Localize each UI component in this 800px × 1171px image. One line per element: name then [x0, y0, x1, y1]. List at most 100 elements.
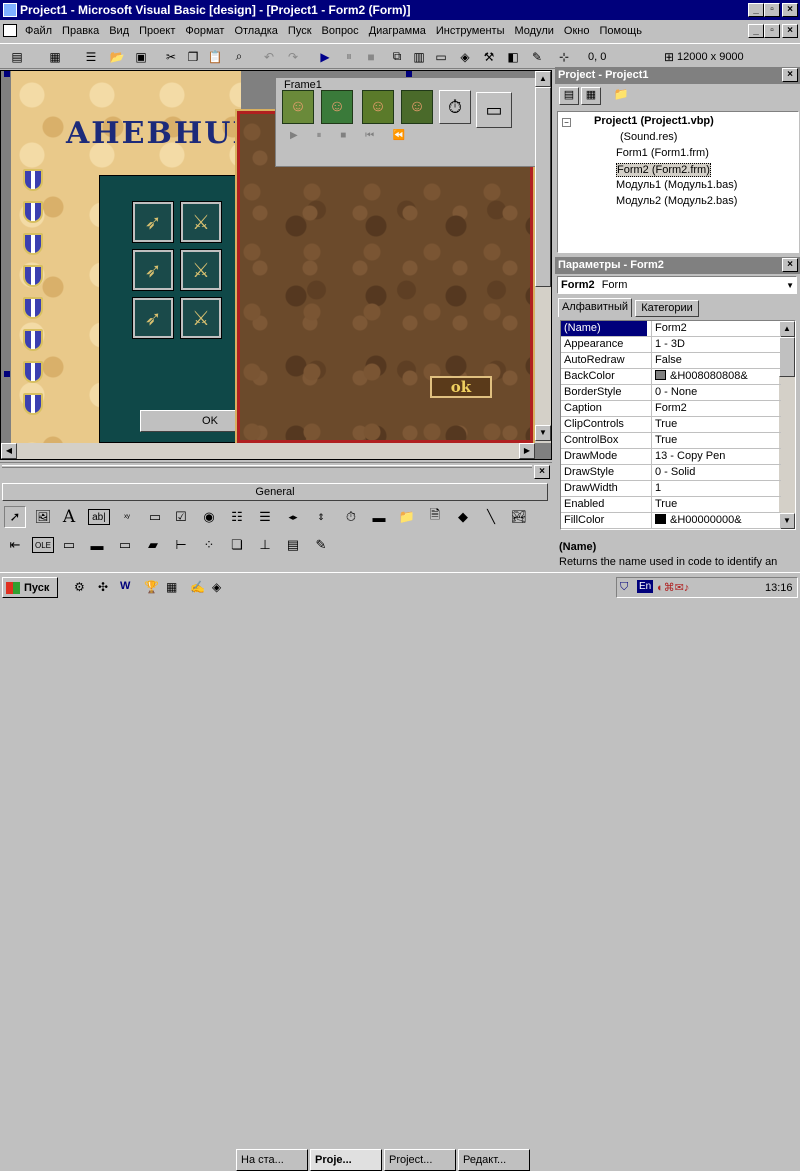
quicklaunch-icon[interactable]: ✍ [190, 580, 205, 594]
hscrollbar-icon[interactable]: ◂▸ [282, 506, 304, 528]
mdi-restore-icon[interactable]: ▫ [764, 24, 780, 38]
selection-handle[interactable] [4, 71, 10, 77]
timer-icon[interactable]: ⏱ [439, 90, 471, 124]
property-row[interactable]: AutoRedraw False [561, 353, 781, 369]
dirlistbox-icon[interactable]: 📁 [396, 506, 418, 528]
property-value[interactable]: &H00000000& [651, 513, 781, 528]
undo-icon[interactable]: ↶ [260, 48, 278, 65]
tree-item[interactable]: Модуль2 (Модуль2.bas) [616, 195, 737, 207]
menu-editor-icon[interactable]: ☰ [82, 48, 100, 65]
word-icon[interactable]: W [120, 580, 130, 592]
imagelist-icon[interactable]: ❏ [226, 534, 248, 556]
toolbox-grip[interactable] [2, 465, 532, 468]
label-icon[interactable]: A [58, 506, 80, 528]
timer-tool-icon[interactable]: ⏱ [340, 506, 362, 528]
property-scrollbar[interactable]: ▲ ▼ [779, 321, 795, 529]
component-manager-icon[interactable]: ✎ [528, 48, 546, 65]
pause-icon[interactable]: ⏸ [340, 48, 358, 65]
quicklaunch-icon[interactable]: ✣ [98, 580, 108, 594]
project-explorer-icon[interactable]: ⧉ [388, 48, 406, 65]
imagecombo-icon[interactable]: ▤ [282, 534, 304, 556]
combobox-icon[interactable]: ☷ [226, 506, 248, 528]
data-icon[interactable]: ⇤ [4, 534, 26, 556]
scroll-down-icon[interactable]: ▼ [779, 513, 795, 529]
toolbox-close-icon[interactable]: × [534, 465, 550, 479]
tabstrip-icon[interactable]: ▭ [58, 534, 80, 556]
paste-icon[interactable]: 📋 [206, 48, 224, 65]
statusbar-icon[interactable]: ▭ [114, 534, 136, 556]
property-row[interactable]: BackColor &H008080808& [561, 369, 781, 385]
menu-item[interactable]: Вопрос [317, 25, 364, 37]
property-value[interactable]: Form2 [651, 321, 781, 336]
scroll-up-icon[interactable]: ▲ [779, 321, 795, 337]
tab-alphabetic[interactable]: Алфавитный [558, 298, 632, 317]
project-root[interactable]: Project1 (Project1.vbp) [594, 115, 714, 127]
listbox-icon[interactable]: ☰ [254, 506, 276, 528]
menu-item[interactable]: Окно [559, 25, 595, 37]
commandbutton-icon[interactable]: ▭ [144, 506, 166, 528]
start-button[interactable]: Пуск [2, 577, 58, 598]
tab-categorized[interactable]: Категории [635, 300, 699, 317]
properties-window-icon[interactable]: ▥ [410, 48, 428, 65]
vertical-scrollbar[interactable]: ▲ ▼ [535, 71, 551, 443]
property-value[interactable]: True [651, 497, 781, 512]
copy-icon[interactable]: ❐ [184, 48, 202, 65]
menu-item[interactable]: Проект [134, 25, 180, 37]
task-button-active[interactable]: Proje... [310, 1149, 382, 1171]
menu-item[interactable]: Правка [57, 25, 104, 37]
run-icon[interactable]: ▶ [316, 48, 334, 65]
property-value[interactable]: 1 - 3D [651, 337, 781, 352]
stop-icon[interactable]: ■ [362, 48, 380, 65]
horizontal-scrollbar[interactable]: ◀ ▶ [1, 443, 535, 459]
language-indicator[interactable]: En [637, 580, 654, 593]
sword-slot[interactable]: ⚔ [180, 297, 222, 339]
toolbar-tool-icon[interactable]: ▬ [86, 534, 108, 556]
menu-item[interactable]: Инструменты [431, 25, 510, 37]
ok-button[interactable]: ok [430, 376, 492, 398]
property-row[interactable]: DrawMode 13 - Copy Pen [561, 449, 781, 465]
view-object-icon[interactable]: ▦ [581, 87, 601, 105]
property-value[interactable]: 0 - Solid [651, 465, 781, 480]
checkbox-icon[interactable]: ☑ [170, 506, 192, 528]
scroll-left-icon[interactable]: ◀ [1, 443, 17, 459]
frame1[interactable]: Frame1 ☺ ☺ ☺ ☺ ⏱ ▭ ▶ ⏸ ■ ⏮ ⏪ [275, 77, 537, 167]
scroll-thumb[interactable] [779, 337, 795, 377]
elf-sprite[interactable]: ☺ [401, 90, 433, 124]
object-browser-icon[interactable]: ◈ [456, 48, 474, 65]
selection-handle[interactable] [406, 71, 412, 77]
picture-icon[interactable]: ▭ [476, 92, 512, 128]
ole-icon[interactable]: OLE [32, 537, 54, 553]
menu-item[interactable]: Диаграмма [364, 25, 431, 37]
shield-tray-icon[interactable]: ⛉ [620, 581, 628, 594]
sword-slot[interactable]: ⚔ [180, 249, 222, 291]
elf-sprite[interactable]: ☺ [362, 90, 394, 124]
property-value[interactable]: 1 [651, 481, 781, 496]
property-row[interactable]: ClipControls True [561, 417, 781, 433]
crossbow-slot[interactable]: ➶ [132, 201, 174, 243]
mdi-minimize-icon[interactable]: _ [748, 24, 764, 38]
shape-icon[interactable]: ◆ [452, 506, 474, 528]
scroll-down-icon[interactable]: ▼ [535, 425, 551, 441]
data-view-icon[interactable]: ◧ [504, 48, 522, 65]
scroll-right-icon[interactable]: ▶ [519, 443, 535, 459]
menu-item[interactable]: Модули [509, 25, 558, 37]
tree-item[interactable]: Модуль1 (Модуль1.bas) [616, 179, 737, 191]
image-icon[interactable]: 🏞 [508, 506, 530, 528]
property-row[interactable]: DrawWidth 1 [561, 481, 781, 497]
tray-icons[interactable]: ◐⌘✉♪ [657, 581, 689, 594]
task-button[interactable]: Редакт... [458, 1149, 530, 1171]
frame-icon[interactable]: ˣʸ [116, 506, 138, 528]
quicklaunch-icon[interactable]: 🏆 [144, 580, 159, 594]
pointer-icon[interactable]: ➚ [4, 506, 26, 528]
menu-item[interactable]: Помощь [594, 25, 647, 37]
property-value[interactable]: True [651, 433, 781, 448]
object-selector[interactable]: Form2 Form ▼ [557, 276, 797, 294]
property-row[interactable]: Caption Form2 [561, 401, 781, 417]
animation-icon[interactable]: ✎ [310, 534, 332, 556]
vscrollbar-icon[interactable]: ⇕ [310, 506, 332, 528]
tree-item[interactable]: (Sound.res) [620, 131, 677, 143]
chevron-down-icon[interactable]: ▼ [786, 278, 794, 294]
quicklaunch-icon[interactable]: ⚙ [74, 580, 85, 594]
property-value[interactable]: False [651, 353, 781, 368]
filelistbox-icon[interactable]: 🗎 [424, 506, 446, 528]
